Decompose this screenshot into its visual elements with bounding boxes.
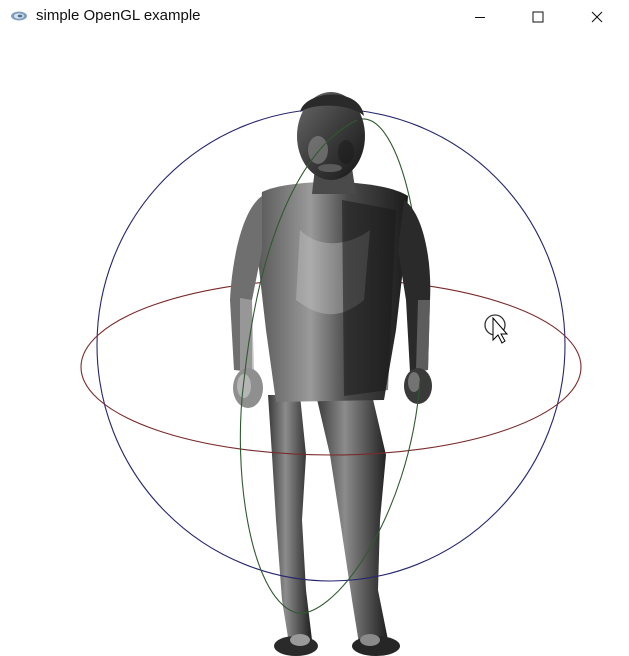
window-title: simple OpenGL example bbox=[36, 7, 201, 24]
minimize-icon bbox=[475, 16, 485, 18]
close-button[interactable] bbox=[568, 0, 626, 33]
close-icon bbox=[591, 11, 603, 22]
scene-render bbox=[80, 92, 582, 656]
opengl-app-icon bbox=[11, 11, 27, 21]
human-figure-3d-model bbox=[230, 92, 432, 656]
arrow-cursor-with-busy-ring-icon bbox=[484, 314, 509, 344]
minimize-button[interactable] bbox=[451, 0, 509, 33]
maximize-icon bbox=[532, 11, 544, 22]
opengl-canvas[interactable] bbox=[0, 33, 629, 656]
maximize-button[interactable] bbox=[509, 0, 567, 33]
app-window: simple OpenGL example bbox=[0, 0, 629, 656]
title-bar[interactable]: simple OpenGL example bbox=[0, 0, 629, 33]
